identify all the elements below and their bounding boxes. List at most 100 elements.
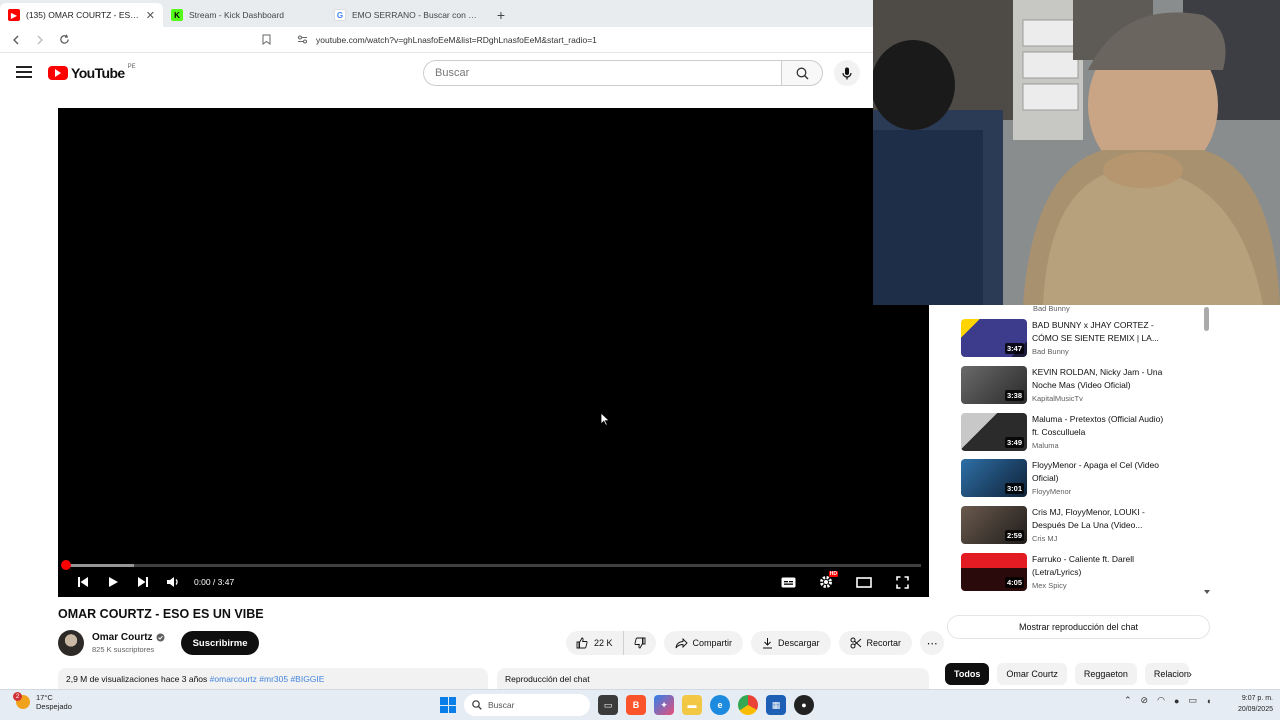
youtube-logo[interactable]: YouTube PE [48, 64, 136, 81]
chat-replay-header[interactable]: Reproducción del chat [497, 668, 929, 690]
country-code: PE [127, 64, 136, 70]
video-thumbnail: 3:47 [961, 319, 1027, 357]
scrubber-handle[interactable] [61, 560, 71, 570]
search-button[interactable] [781, 60, 823, 86]
search-input[interactable]: Buscar [423, 60, 781, 86]
download-button[interactable]: Descargar [751, 631, 831, 655]
microphone-icon[interactable]: ● [1174, 696, 1179, 706]
video-channel: KapitalMusicTv [1032, 394, 1083, 403]
video-channel: Cris MJ [1032, 534, 1058, 543]
taskbar-search-input[interactable]: Buscar [464, 694, 590, 716]
tab-google[interactable]: G EMO SERRANO - Buscar con Google [326, 3, 489, 27]
microsoft-store-icon[interactable]: ▦ [766, 695, 786, 715]
chip-omar-courtz[interactable]: Omar Courtz [997, 663, 1067, 685]
theater-mode-icon[interactable] [849, 570, 879, 594]
show-chat-replay-button[interactable]: Mostrar reproducción del chat [947, 615, 1210, 639]
playlist-item[interactable]: 3:01 FloyyMenor - Apaga el Cel (Video Of… [961, 459, 1211, 499]
chevron-right-icon[interactable]: › [1188, 667, 1192, 681]
chip-todos[interactable]: Todos [945, 663, 990, 685]
subscribe-button[interactable]: Suscribirme [180, 631, 260, 655]
weather-text: Despejado [36, 702, 72, 711]
video-title: Cris MJ, FloyyMenor, LOUKI - Después De … [1032, 507, 1145, 530]
wifi-icon[interactable]: ◠ [1157, 695, 1165, 706]
url-field[interactable]: youtube.com/watch?v=ghLnasfoEeM&list=RDg… [258, 30, 838, 50]
video-duration: 3:47 [1004, 343, 1024, 354]
like-count: 22 K [594, 638, 613, 648]
description-box[interactable]: 2,9 M de visualizaciones hace 3 años #om… [58, 668, 488, 690]
chip-relacion[interactable]: Relacion [1144, 663, 1189, 685]
obs-studio-icon[interactable]: ● [794, 695, 814, 715]
scrollbar-thumb[interactable] [1204, 307, 1209, 331]
playlist-item[interactable]: 2:59 Cris MJ, FloyyMenor, LOUKI - Despué… [961, 506, 1211, 546]
video-title: OMAR COURTZ - ESO ES UN VIBE [58, 607, 264, 621]
playlist-scrollbar[interactable] [1202, 305, 1212, 595]
channel-name[interactable]: Omar Courtz [92, 632, 165, 643]
channel-avatar[interactable] [58, 630, 84, 656]
hashtags[interactable]: #omarcourtz #mr305 #BIGGIE [210, 674, 325, 684]
video-thumbnail: 3:01 [961, 459, 1027, 497]
play-icon[interactable] [98, 570, 128, 594]
playlist-item[interactable]: 3:38 KEVIN ROLDAN, Nicky Jam - Una Noche… [961, 366, 1211, 406]
verified-icon [156, 633, 165, 642]
forward-icon[interactable] [30, 30, 50, 50]
hd-badge: HD [828, 571, 838, 577]
fullscreen-icon[interactable] [887, 570, 917, 594]
new-tab-button[interactable]: + [489, 3, 513, 27]
weather-widget[interactable]: 2 17°C Despejado [13, 692, 72, 711]
network-icon[interactable]: ⊘ [1141, 695, 1149, 706]
video-title: FloyyMenor - Apaga el Cel (Video Oficial… [1032, 460, 1159, 483]
buffered-bar [66, 564, 135, 567]
previous-icon[interactable] [68, 570, 98, 594]
chrome-browser-icon[interactable] [738, 695, 758, 715]
menu-icon[interactable] [16, 66, 32, 80]
sun-icon: 2 [13, 692, 30, 709]
voice-search-button[interactable] [834, 60, 860, 86]
more-options-icon[interactable]: ⋯ [920, 631, 945, 655]
mouse-cursor-icon [600, 412, 610, 431]
volume-icon[interactable] [158, 570, 188, 594]
logo-text: YouTube [71, 65, 125, 81]
site-settings-icon[interactable] [297, 35, 308, 44]
speaker-icon[interactable]: ◖ [1206, 696, 1211, 706]
video-channel: Maluma [1032, 441, 1059, 450]
chevron-up-icon[interactable]: ⌃ [1124, 695, 1132, 706]
brave-browser-icon[interactable]: B [626, 695, 646, 715]
tab-title: Stream - Kick Dashboard [189, 10, 284, 20]
like-button[interactable]: 22 K [566, 631, 624, 655]
settings-gear-icon[interactable]: HD [811, 570, 841, 594]
bookmark-icon[interactable] [262, 34, 271, 45]
tab-kick[interactable]: K Stream - Kick Dashboard [163, 3, 326, 27]
dislike-button[interactable] [624, 631, 656, 655]
scroll-down-icon[interactable] [1203, 589, 1211, 595]
reload-icon[interactable] [54, 30, 74, 50]
progress-bar[interactable] [61, 560, 921, 570]
video-title: KEVIN ROLDAN, Nicky Jam - Una Noche Mas … [1032, 367, 1163, 390]
next-icon[interactable] [128, 570, 158, 594]
video-title: Farruko - Caliente ft. Darell (Letra/Lyr… [1032, 554, 1135, 577]
chip-reggaeton[interactable]: Reggaeton [1074, 663, 1137, 685]
task-view-icon[interactable]: ▭ [598, 695, 618, 715]
tab-youtube[interactable]: ▶ (135) OMAR COURTZ - ESO ES UN VIBE - Y… [0, 3, 163, 27]
video-thumbnail: 4:05 [961, 553, 1027, 591]
edge-browser-icon[interactable]: e [710, 695, 730, 715]
playlist-item[interactable]: 4:05 Farruko - Caliente ft. Darell (Letr… [961, 553, 1211, 593]
playlist-item[interactable]: 3:49 Maluma - Pretextos (Official Audio)… [961, 413, 1211, 453]
file-explorer-icon[interactable]: ▬ [682, 695, 702, 715]
taskbar-search-placeholder: Buscar [488, 700, 515, 710]
google-favicon-icon: G [334, 9, 346, 21]
video-duration: 3:49 [1004, 437, 1024, 448]
close-tab-icon[interactable]: ✕ [146, 9, 155, 22]
subtitles-icon[interactable] [773, 570, 803, 594]
url-text: youtube.com/watch?v=ghLnasfoEeM&list=RDg… [316, 34, 597, 45]
battery-icon[interactable]: ▭ [1188, 695, 1197, 706]
windows-start-icon[interactable] [440, 697, 456, 713]
video-duration: 4:05 [1004, 577, 1024, 588]
back-icon[interactable] [6, 30, 26, 50]
share-button[interactable]: Compartir [663, 631, 744, 655]
taskbar-clock[interactable]: 9:07 p. m. 20/09/2025 [1228, 693, 1273, 715]
channel-name-text: Omar Courtz [92, 632, 153, 643]
copilot-icon[interactable]: ✦ [654, 695, 674, 715]
video-player[interactable]: 0:00 / 3:47 HD [58, 108, 929, 597]
playlist-item[interactable]: 3:47 BAD BUNNY x JHAY CORTEZ - CÓMO SE S… [961, 319, 1211, 359]
clip-button[interactable]: Recortar [838, 631, 913, 655]
